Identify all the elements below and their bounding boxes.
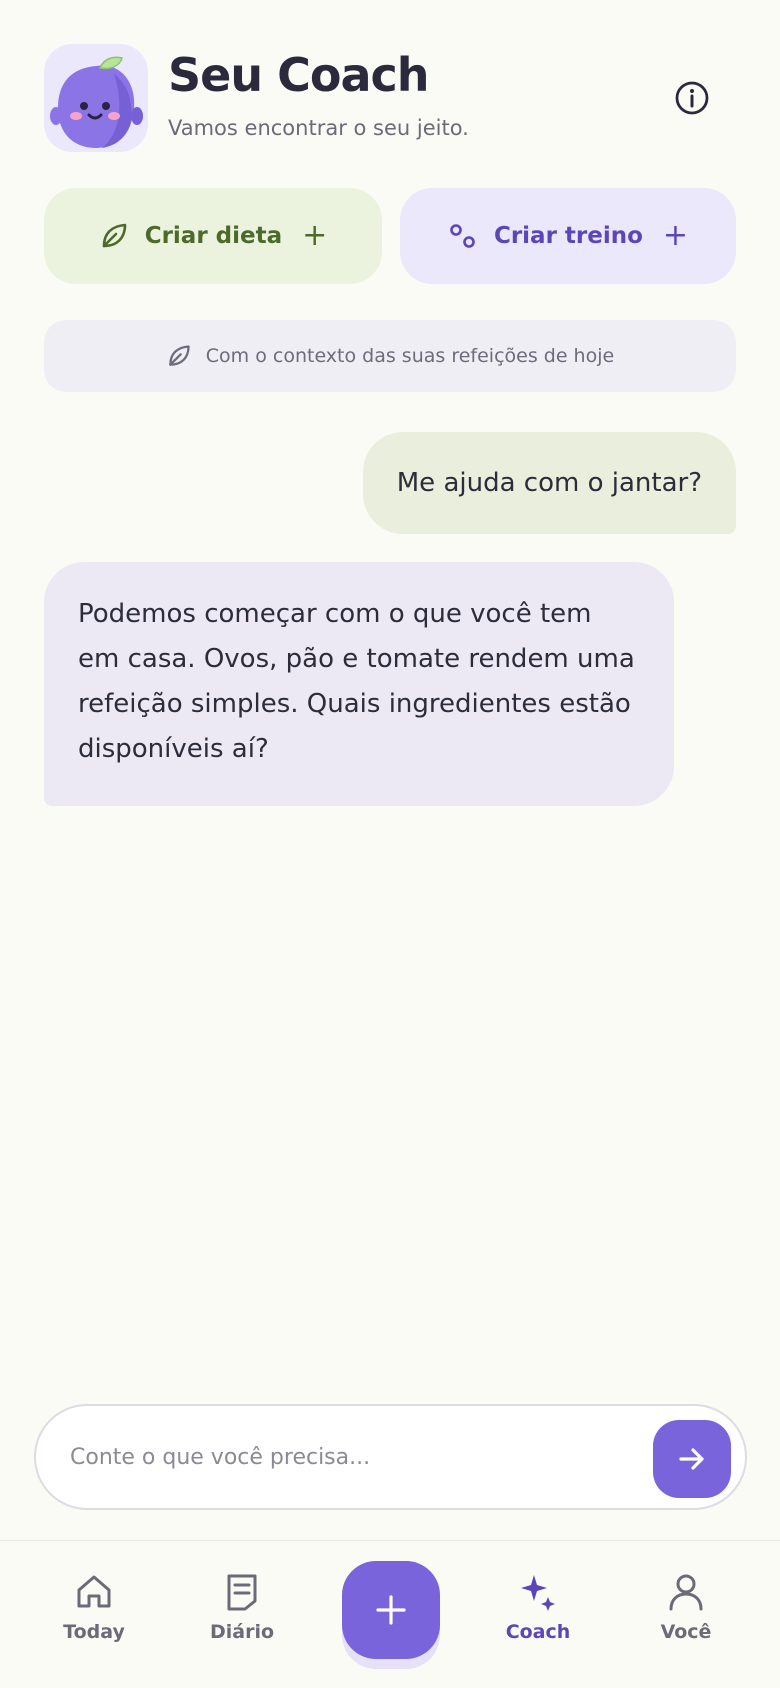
tab-diario[interactable]: Diário	[182, 1571, 302, 1661]
person-icon	[669, 1574, 703, 1611]
page-subtitle: Vamos encontrar o seu jeito.	[168, 116, 469, 140]
tab-today[interactable]: Today	[34, 1571, 154, 1661]
plus-icon: +	[662, 218, 689, 253]
journal-icon	[227, 1574, 257, 1611]
sparkle-icon	[521, 1575, 555, 1611]
page-title: Seu Coach	[168, 48, 430, 102]
meal-context-chip: Com o contexto das suas refeições de hoj…	[44, 320, 736, 392]
create-diet-button[interactable]: Criar dieta +	[44, 188, 382, 284]
tab-diario-label: Diário	[209, 1621, 275, 1643]
meal-context-text: Com o contexto das suas refeições de hoj…	[205, 345, 615, 367]
home-icon	[77, 1575, 111, 1608]
bottom-tab-bar: Today Diário Coach Você	[0, 1540, 780, 1688]
coach-avatar	[44, 44, 148, 152]
tab-voce-label: Você	[660, 1621, 712, 1643]
coach-header: Seu Coach Vamos encontrar o seu jeito.	[44, 44, 736, 154]
user-message: Me ajuda com o jantar?	[362, 432, 736, 534]
plus-icon	[376, 1595, 406, 1625]
create-workout-button[interactable]: Criar treino +	[400, 188, 736, 284]
create-workout-label: Criar treino	[493, 223, 643, 249]
plus-icon: +	[302, 218, 328, 253]
arrow-right-icon	[679, 1448, 704, 1470]
leaf-icon	[168, 345, 190, 366]
info-button[interactable]	[672, 78, 712, 118]
tab-voce[interactable]: Você	[626, 1571, 746, 1661]
leaf-icon	[102, 223, 127, 248]
message-input[interactable]	[70, 1434, 630, 1480]
tab-coach[interactable]: Coach	[478, 1571, 598, 1661]
add-button[interactable]	[342, 1561, 440, 1659]
workout-circles-icon	[450, 224, 475, 248]
info-icon	[675, 81, 709, 115]
coach-message: Podemos começar com o que você tem em ca…	[44, 562, 674, 806]
send-button[interactable]	[653, 1420, 731, 1498]
tab-today-label: Today	[63, 1621, 125, 1643]
create-diet-label: Criar dieta	[144, 223, 283, 249]
tab-coach-label: Coach	[505, 1621, 571, 1643]
message-composer	[34, 1404, 747, 1510]
